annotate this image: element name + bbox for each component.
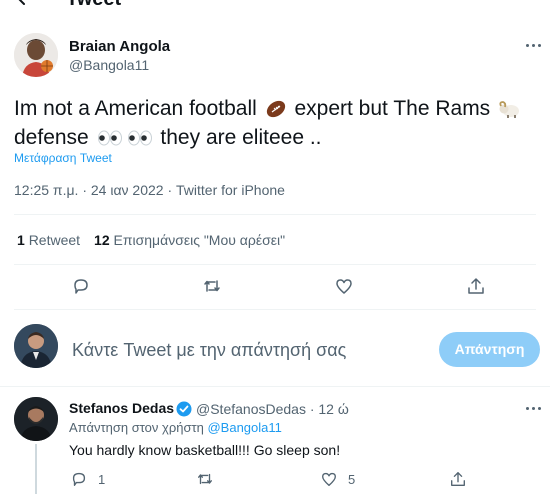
reply-count: 1: [98, 471, 106, 487]
replying-to-line: Απάντηση στον χρήστη @Bangola11: [69, 420, 282, 435]
tweet-text-part: defense: [14, 126, 95, 149]
reply-author-handle-time[interactable]: @StefanosDedas · 12 ώ: [196, 401, 349, 417]
reply-retweet-button[interactable]: [196, 470, 214, 488]
tweet-text-part: they are eliteee ..: [154, 126, 322, 149]
divider: [14, 214, 536, 215]
thread-connector-line: [35, 444, 37, 494]
tweet-text-part: Im not a American football: [14, 97, 263, 120]
share-button[interactable]: [466, 276, 486, 296]
share-icon: [451, 472, 465, 486]
reply-author-name[interactable]: Stefanos Dedas: [69, 400, 174, 416]
divider: [14, 309, 536, 310]
reply-submit-button[interactable]: Απάντηση: [439, 332, 540, 367]
american-football-icon: [266, 101, 285, 118]
tweet-timestamp[interactable]: 12:25 π.μ. · 24 ιαν 2022 · Twitter for i…: [14, 182, 285, 198]
retweet-stat[interactable]: 1 Retweet: [17, 232, 80, 248]
eyes-icon: [127, 130, 152, 146]
replying-to-mention[interactable]: @Bangola11: [207, 420, 281, 435]
reply-icon: [74, 279, 88, 294]
reply-button[interactable]: [71, 276, 91, 296]
verified-badge-icon: [176, 401, 192, 417]
reply-more-options-icon[interactable]: [526, 406, 542, 412]
heart-icon: [336, 279, 352, 294]
eyes-icon: [97, 130, 122, 146]
heart-icon: [322, 472, 336, 486]
like-count: 5: [348, 471, 356, 487]
translate-tweet-link[interactable]: Μετάφραση Tweet: [14, 151, 112, 165]
reply-share-button[interactable]: [449, 470, 467, 488]
like-button[interactable]: [334, 276, 354, 296]
author-name[interactable]: Braian Angola: [69, 38, 170, 55]
back-arrow-icon[interactable]: [14, 0, 32, 8]
reply-like-button[interactable]: 5: [320, 470, 355, 488]
author-avatar[interactable]: [14, 33, 58, 77]
current-user-avatar[interactable]: [14, 324, 58, 368]
reply-reply-button[interactable]: 1: [70, 470, 105, 488]
ram-icon: [499, 101, 520, 119]
likes-stat[interactable]: 12 Επισημάνσεις "Μου αρέσει": [94, 232, 285, 248]
engagement-stats: 1 Retweet 12 Επισημάνσεις "Μου αρέσει": [17, 232, 285, 248]
author-handle[interactable]: @Bangola11: [69, 57, 149, 73]
tweet-text-part: expert but The Rams: [288, 97, 497, 120]
top-bar: Tweet: [0, 0, 550, 12]
reply-text: You hardly know basketball!!! Go sleep s…: [69, 442, 341, 458]
retweet-icon: [198, 473, 212, 485]
share-icon: [468, 278, 484, 294]
tweet-text: Im not a American football expert but Th…: [14, 94, 544, 152]
divider: [14, 264, 536, 265]
retweet-icon: [204, 280, 220, 292]
page-title: Tweet: [66, 0, 121, 10]
reply-input[interactable]: Κάντε Tweet με την απάντησή σας: [72, 340, 346, 361]
retweet-button[interactable]: [202, 276, 222, 296]
reply-icon: [72, 472, 86, 486]
reply-author-avatar[interactable]: [14, 397, 58, 441]
more-options-icon[interactable]: [526, 43, 542, 49]
